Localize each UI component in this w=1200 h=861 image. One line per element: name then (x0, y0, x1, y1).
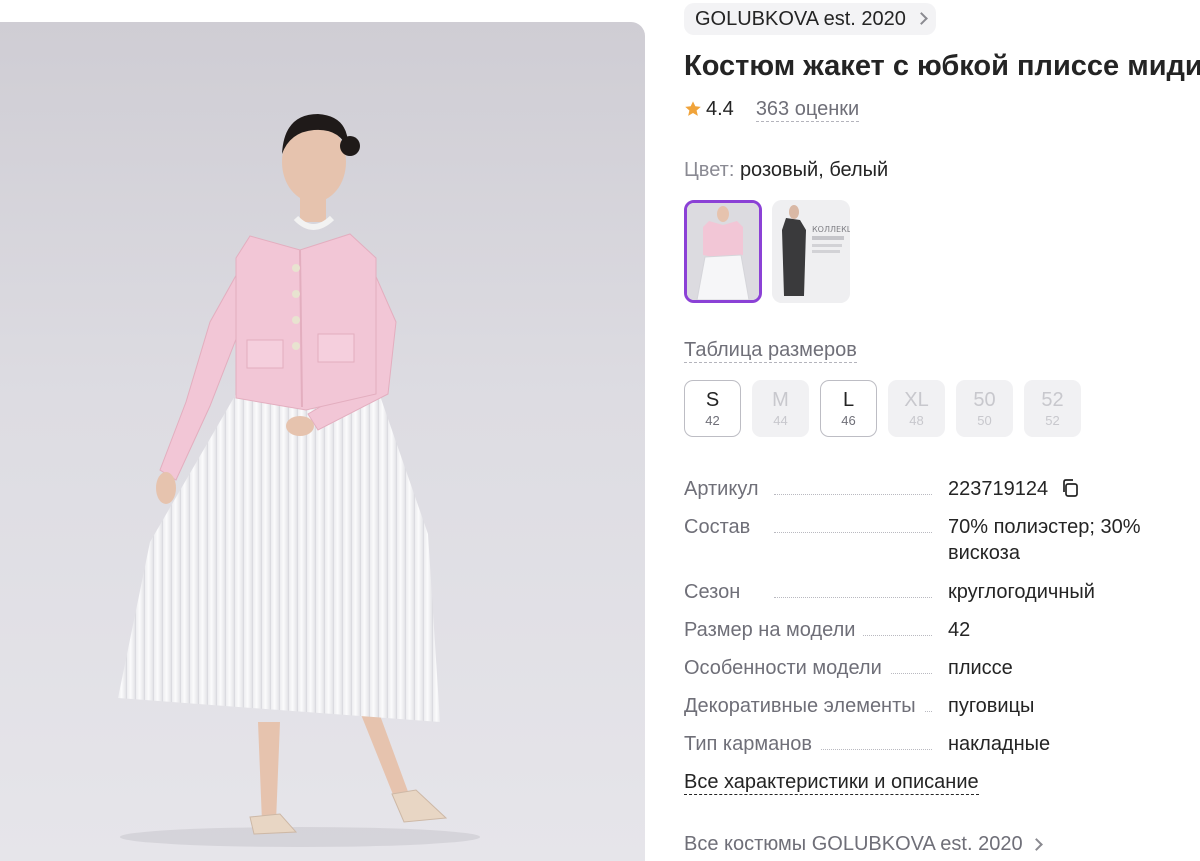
chevron-right-icon (1029, 838, 1043, 851)
star-icon (685, 101, 701, 116)
all-characteristics-link[interactable]: Все характеристики и описание (684, 770, 979, 795)
all-costumes-label: Все костюмы GOLUBKOVA est. 2020 (684, 833, 1023, 855)
spec-value: 42 (948, 619, 971, 641)
reviews-link[interactable]: 363 оценки (755, 97, 860, 122)
article-number: 223719124 (948, 478, 1049, 500)
size-label: 50 (973, 388, 996, 411)
size-option-s[interactable]: S 42 (684, 380, 741, 437)
size-label: L (842, 388, 855, 411)
spec-key: Размер на модели (684, 617, 864, 643)
spec-value: 70% полиэстер; 30% вискоза (948, 516, 1141, 564)
size-label: 52 (1041, 388, 1064, 411)
product-photo[interactable] (0, 22, 645, 861)
spec-value: накладные (948, 733, 1051, 755)
color-variant-thumbnail-selected[interactable] (684, 200, 762, 303)
size-ru: 52 (1045, 412, 1060, 428)
spec-key: Сезон (684, 579, 749, 605)
spec-value: плиссе (948, 657, 1013, 679)
size-selector: S 42 M 44 L 46 XL 48 50 50 52 52 (684, 380, 1081, 437)
brand-link[interactable]: GOLUBKOVA est. 2020 (684, 3, 936, 35)
size-label: S (705, 388, 720, 411)
size-ru: 48 (909, 412, 924, 428)
thumbnail-caption: КОЛЛЕКЦИЯ (812, 225, 850, 234)
spec-value: 223719124 (948, 476, 1178, 502)
spec-value: круглогодичный (948, 581, 1095, 603)
spec-key: Артикул (684, 476, 767, 502)
brand-name: GOLUBKOVA est. 2020 (695, 8, 906, 30)
size-ru: 44 (773, 412, 788, 428)
size-ru: 42 (705, 412, 720, 428)
size-ru: 50 (977, 412, 992, 428)
size-option-m[interactable]: M 44 (752, 380, 809, 437)
chevron-right-icon (914, 12, 928, 25)
color-row: Цвет: розовый, белый (684, 158, 888, 182)
size-option-52[interactable]: 52 52 (1024, 380, 1081, 437)
color-value: розовый, белый (739, 159, 889, 181)
size-table-link[interactable]: Таблица размеров (684, 338, 857, 363)
size-option-xl[interactable]: XL 48 (888, 380, 945, 437)
spec-key: Состав (684, 514, 759, 540)
spec-key: Тип карманов (684, 731, 820, 757)
size-option-50[interactable]: 50 50 (956, 380, 1013, 437)
spec-leader (774, 597, 932, 598)
spec-value: пуговицы (948, 695, 1035, 717)
color-variant-thumbnail[interactable]: КОЛЛЕКЦИЯ (772, 200, 850, 303)
size-label: M (772, 388, 789, 411)
thumbnail-image: КОЛЛЕКЦИЯ (772, 200, 850, 303)
size-ru: 46 (841, 412, 856, 428)
size-option-l[interactable]: L 46 (820, 380, 877, 437)
product-page: GOLUBKOVA est. 2020 Костюм жакет с юбкой… (0, 0, 1200, 861)
spec-leader (774, 532, 932, 533)
thumbnail-image (687, 203, 759, 300)
spec-leader (774, 494, 932, 495)
rating-row: 4.4 363 оценки (684, 96, 860, 122)
model-illustration (118, 114, 480, 847)
all-brand-costumes-link[interactable]: Все костюмы GOLUBKOVA est. 2020 (684, 831, 1045, 857)
spec-key: Декоративные элементы (684, 693, 924, 719)
spec-key: Особенности модели (684, 655, 890, 681)
copy-icon[interactable] (1060, 478, 1080, 498)
size-label: XL (904, 388, 929, 411)
product-title: Костюм жакет с юбкой плиссе миди (684, 50, 1200, 82)
rating-value: 4.4 (706, 97, 734, 120)
color-label: Цвет: (684, 159, 735, 181)
